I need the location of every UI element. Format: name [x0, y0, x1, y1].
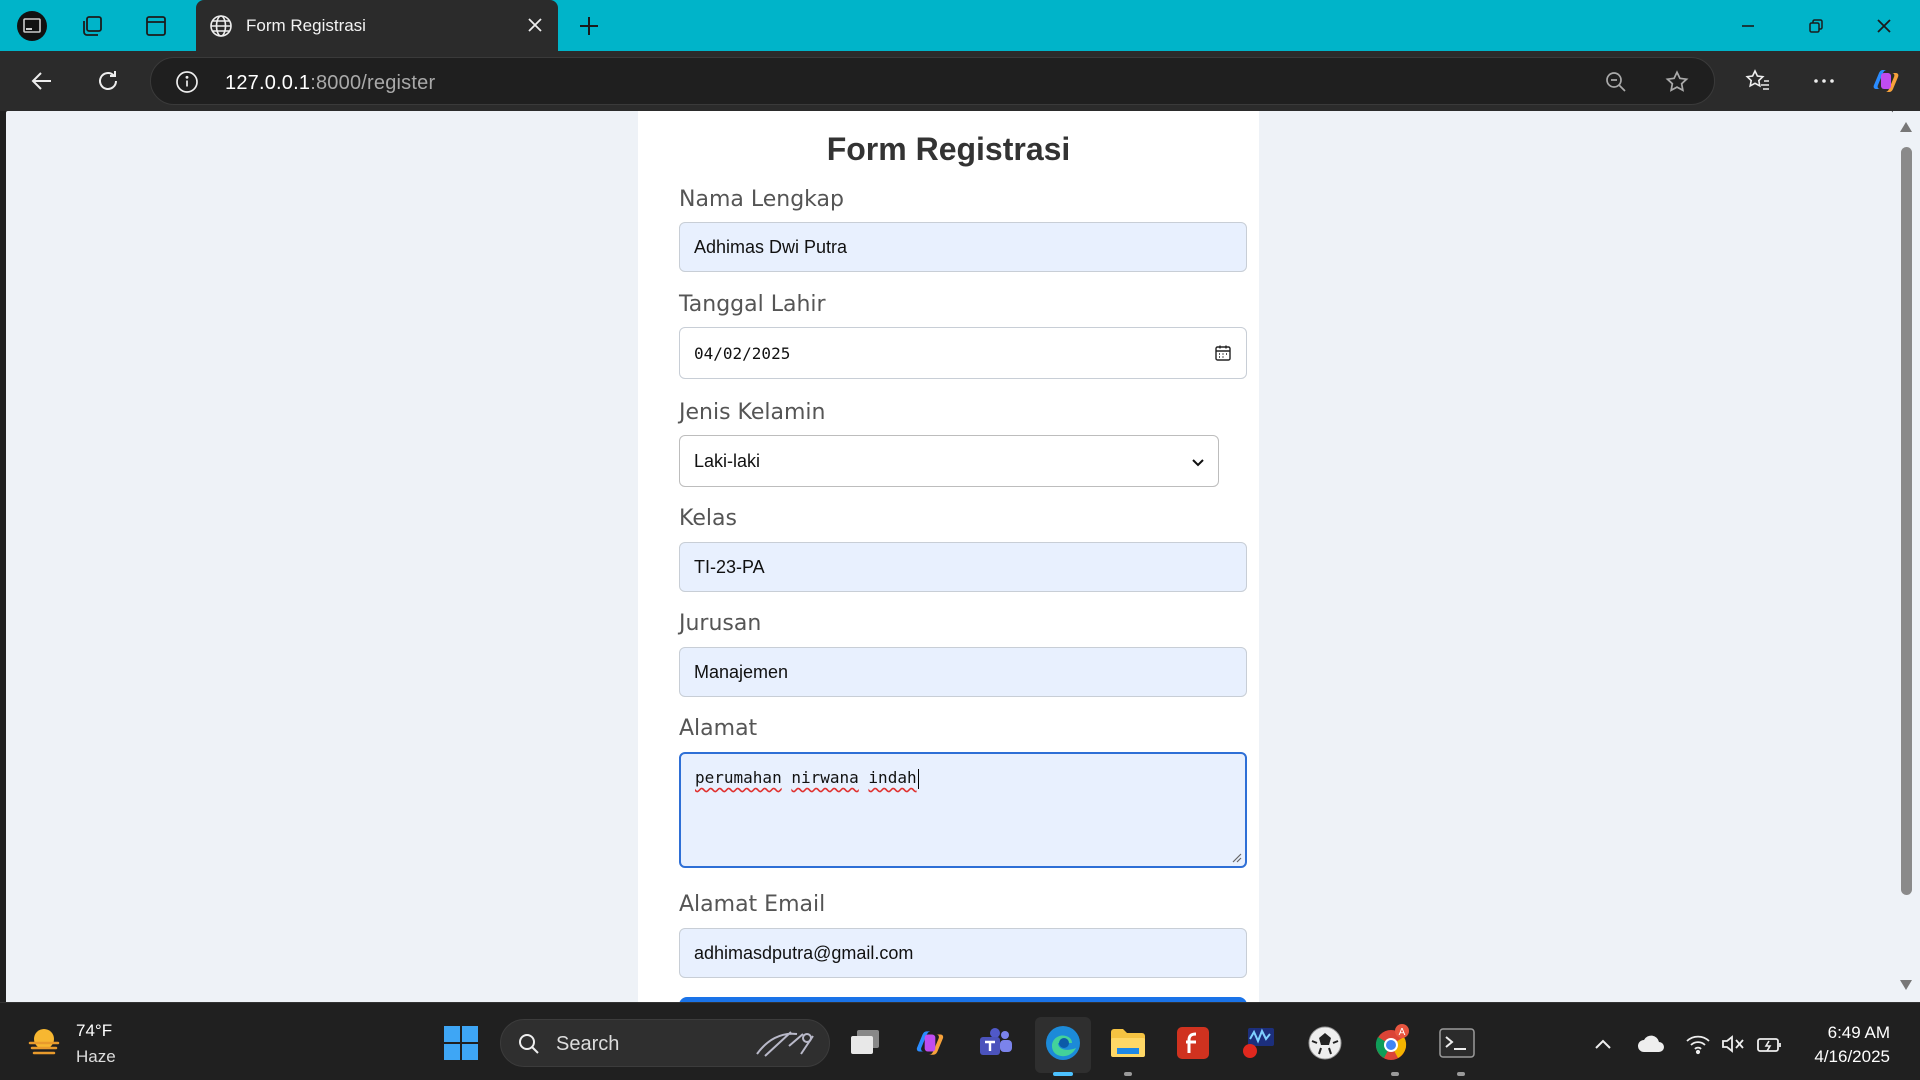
address-bar[interactable]: 127.0.0.1:8000/register [150, 57, 1715, 105]
windows-taskbar: 74°F Haze Search A 6:49 AM 4/16/2025 [0, 1002, 1920, 1080]
restore-icon [1809, 19, 1823, 33]
copilot-button[interactable] [1866, 63, 1906, 99]
tab-title: Form Registrasi [246, 16, 366, 35]
chevron-up-icon[interactable] [1592, 1033, 1614, 1055]
plus-icon [580, 17, 598, 35]
volume-muted-icon[interactable] [1720, 1033, 1746, 1055]
text-caret [917, 768, 919, 789]
terminal-icon [1439, 1028, 1475, 1058]
close-tab-icon[interactable] [524, 14, 546, 36]
tanggal-lahir-label: Tanggal Lahir [679, 292, 826, 317]
nama-lengkap-input[interactable]: Adhimas Dwi Putra [679, 222, 1247, 272]
calendar-icon[interactable] [1214, 344, 1232, 362]
chevron-down-icon [1192, 459, 1204, 467]
more-dots-icon [1814, 79, 1834, 83]
page-viewport: Form Registrasi Nama Lengkap Adhimas Dwi… [6, 111, 1893, 1002]
search-icon [519, 1034, 539, 1054]
start-button[interactable] [441, 1023, 481, 1063]
minimize-button[interactable] [1726, 8, 1770, 44]
teams-button[interactable] [976, 1023, 1016, 1063]
monitor-app-button[interactable] [1239, 1023, 1279, 1063]
copilot-icon [916, 1031, 944, 1055]
close-window-button[interactable] [1862, 8, 1906, 44]
jenis-kelamin-select[interactable]: Laki-laki [679, 435, 1219, 487]
kelas-label: Kelas [679, 506, 737, 531]
zoom-out-icon[interactable] [1604, 70, 1628, 94]
vertical-tabs-icon[interactable] [138, 8, 174, 44]
resize-handle-icon[interactable] [1230, 851, 1242, 863]
running-indicator [1124, 1072, 1132, 1076]
jenis-kelamin-label: Jenis Kelamin [679, 400, 826, 425]
foxit-icon [1177, 1027, 1209, 1059]
active-tab[interactable]: Form Registrasi [196, 0, 558, 51]
alamat-textarea[interactable]: perumahan nirwana indah [679, 752, 1247, 868]
alamat-label: Alamat [679, 716, 758, 741]
email-input[interactable]: adhimasdputra@gmail.com [679, 928, 1247, 978]
teams-icon [980, 1028, 1012, 1055]
file-explorer-button[interactable] [1108, 1023, 1148, 1063]
alamat-email-label: Alamat Email [679, 892, 826, 917]
task-view-icon [851, 1030, 879, 1054]
chrome-icon: A [1375, 1024, 1409, 1060]
waveform-app-icon [1243, 1028, 1274, 1058]
battery-charging-icon[interactable] [1756, 1033, 1784, 1055]
refresh-icon [99, 71, 117, 90]
nama-lengkap-label: Nama Lengkap [679, 187, 844, 212]
page-title: Form Registrasi [826, 131, 1071, 167]
settings-more-button[interactable] [1804, 63, 1844, 99]
folder-icon [1111, 1029, 1145, 1057]
tanggal-lahir-input[interactable]: 04/02/2025 [679, 327, 1247, 379]
foxit-button[interactable] [1173, 1023, 1213, 1063]
favorites-button[interactable] [1738, 63, 1778, 99]
edge-icon [1046, 1026, 1080, 1060]
url-text: 127.0.0.1:8000/register [225, 72, 436, 94]
onedrive-cloud-icon[interactable] [1637, 1033, 1665, 1055]
globe-icon [210, 15, 232, 37]
search-highlight-icon [756, 1031, 814, 1057]
close-icon [1877, 19, 1891, 33]
terminal-button[interactable] [1437, 1023, 1477, 1063]
restore-button[interactable] [1794, 8, 1838, 44]
kelas-input[interactable]: TI-23-PA [679, 542, 1247, 592]
new-tab-button[interactable] [572, 9, 606, 43]
favorite-star-icon[interactable] [1664, 69, 1690, 95]
chrome-button[interactable]: A [1371, 1023, 1411, 1063]
soccer-ball-icon [1308, 1026, 1342, 1060]
running-indicator [1457, 1072, 1465, 1076]
scroll-up-arrow-icon[interactable] [1899, 121, 1913, 133]
scroll-down-arrow-icon[interactable] [1899, 979, 1913, 991]
windows-logo-icon [444, 1026, 478, 1060]
copilot-taskbar-button[interactable] [910, 1023, 950, 1063]
refresh-button[interactable] [88, 63, 128, 99]
active-indicator [1053, 1072, 1073, 1076]
system-clock[interactable]: 6:49 AM 4/16/2025 [1814, 1021, 1890, 1069]
copilot-icon [1873, 70, 1899, 92]
football-app-button[interactable] [1305, 1023, 1345, 1063]
back-arrow-icon [31, 72, 51, 90]
back-button[interactable] [22, 63, 62, 99]
navigation-bar: 127.0.0.1:8000/register [0, 51, 1920, 111]
edge-button[interactable] [1043, 1023, 1083, 1063]
jurusan-label: Jurusan [679, 611, 762, 636]
workspaces-icon[interactable] [74, 8, 110, 44]
profile-icon[interactable] [14, 8, 50, 44]
wifi-icon[interactable] [1685, 1033, 1711, 1055]
tab-strip: Form Registrasi [0, 0, 1920, 51]
site-info-icon[interactable] [175, 70, 199, 94]
weather-widget[interactable]: 74°F Haze [24, 1021, 116, 1066]
sun-haze-icon [28, 1029, 60, 1055]
jurusan-input[interactable]: Manajemen [679, 647, 1247, 697]
favorites-icon [1745, 69, 1769, 90]
task-view-button[interactable] [845, 1023, 885, 1063]
svg-text:A: A [1399, 1027, 1406, 1038]
scrollbar-thumb[interactable] [1901, 147, 1912, 895]
running-indicator [1391, 1072, 1399, 1076]
registration-form: Form Registrasi Nama Lengkap Adhimas Dwi… [638, 111, 1259, 1002]
minimize-icon [1742, 25, 1754, 27]
taskbar-search[interactable]: Search [500, 1019, 830, 1067]
page-scrollbar[interactable] [1893, 111, 1920, 1002]
